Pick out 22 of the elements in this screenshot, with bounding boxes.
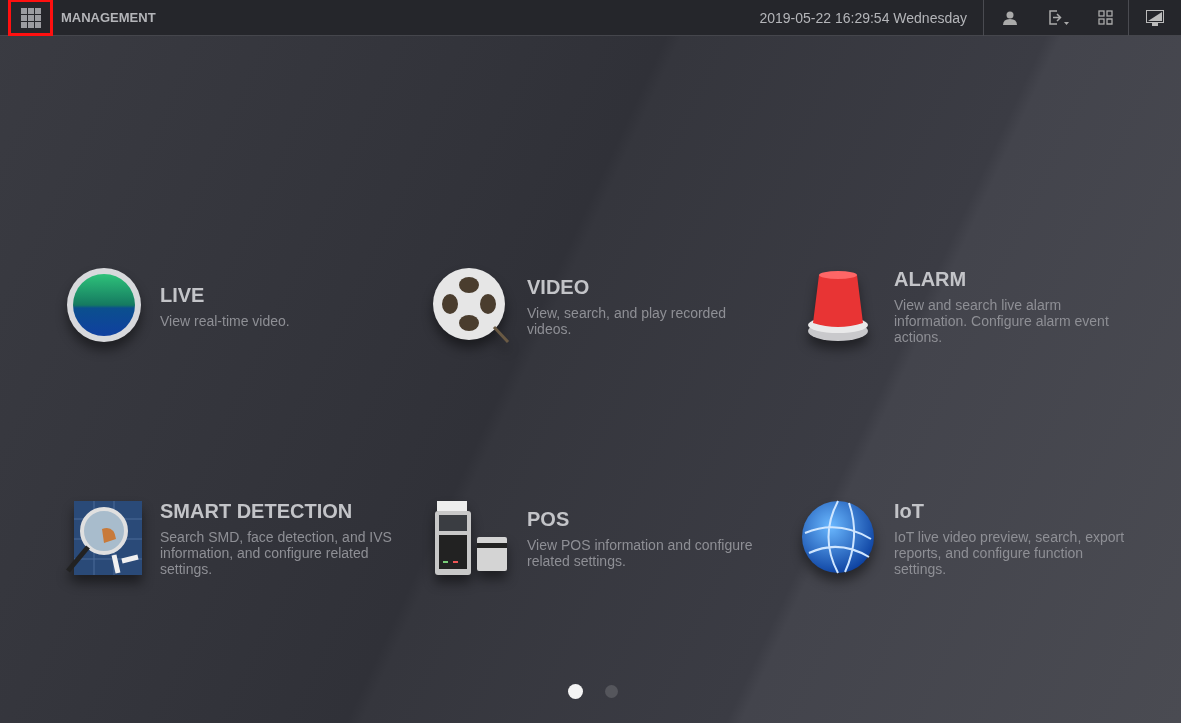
monitor-icon (1146, 9, 1164, 26)
app-description: View POS information and configure related settings. (527, 536, 754, 569)
date-time: 2019-05-22 16:29:54 Wednesday (759, 9, 968, 26)
app-description: View and search live alarm information. Configure alarm event actions. (894, 296, 1110, 345)
app-title[interactable]: ALARM (894, 267, 1134, 291)
app-title[interactable]: POS (527, 507, 767, 531)
page-title: MANAGEMENT (61, 10, 156, 25)
app-title[interactable]: LIVE (160, 283, 400, 307)
app-title[interactable]: VIDEO (527, 275, 767, 299)
grid-icon (20, 7, 41, 28)
qr-code-icon (1097, 10, 1113, 25)
app-description: View, search, and play recorded videos. (527, 304, 727, 337)
app-menu-button[interactable] (8, 0, 53, 36)
page-dot[interactable] (604, 685, 618, 698)
app-description: IoT live video preview, search, export reports, and configure function settings. (894, 528, 1126, 577)
app-title[interactable]: IoT (894, 499, 1134, 523)
logout-icon (1048, 9, 1070, 26)
app-description: Search SMD, face detection, and IVS information, and configure related settings. (160, 528, 393, 577)
app-title[interactable]: SMART DETECTION (160, 499, 400, 523)
user-icon (1003, 10, 1017, 25)
app-description: View real-time video. (160, 312, 291, 329)
page-dot[interactable] (567, 684, 583, 699)
